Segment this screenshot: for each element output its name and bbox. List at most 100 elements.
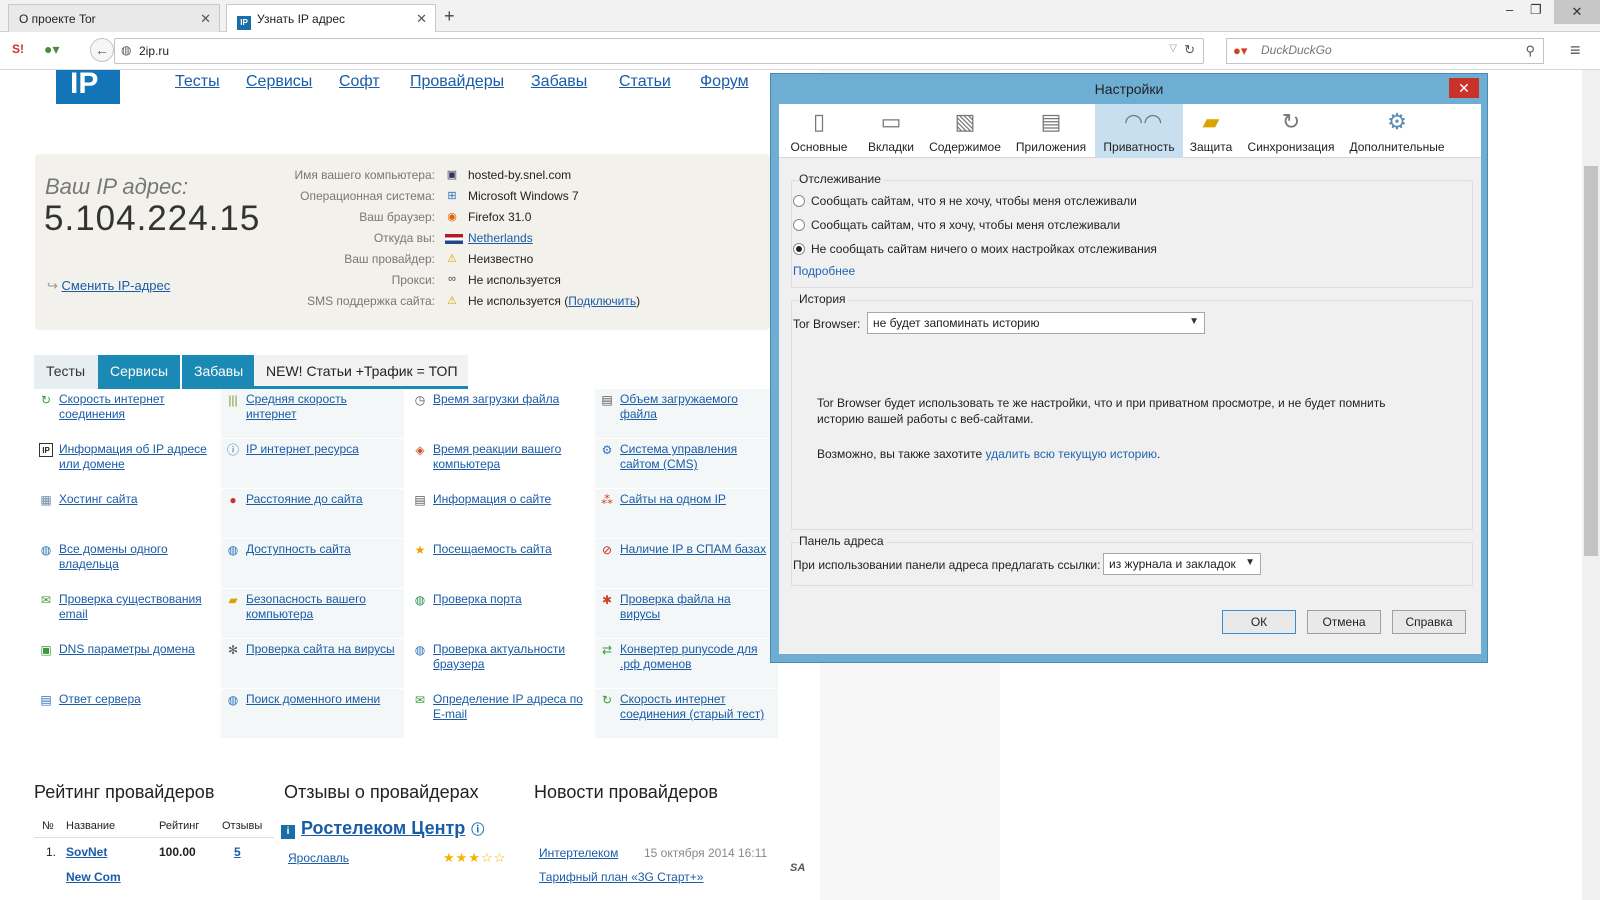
nav-articles[interactable]: Статьи xyxy=(619,73,671,91)
service-item[interactable]: ◍ Проверка порта xyxy=(408,589,591,638)
close-icon[interactable]: ✕ xyxy=(1449,78,1479,98)
service-item[interactable]: ✻ Проверка сайта на вирусы xyxy=(221,639,404,688)
service-item[interactable]: ↻ Скорость интернет соединения xyxy=(34,389,217,438)
service-item[interactable]: ▰ Безопасность вашего компьютера xyxy=(221,589,404,638)
help-button[interactable]: Справка xyxy=(1392,610,1466,634)
service-item[interactable]: ▤ Объем загружаемого файла xyxy=(595,389,778,438)
nav-providers[interactable]: Провайдеры xyxy=(410,73,504,91)
service-item[interactable]: ↻ Скорость интернет соединения (старый те… xyxy=(595,689,778,738)
radio-button[interactable] xyxy=(793,195,805,207)
tor-onion-icon[interactable]: ●▾ xyxy=(44,41,59,58)
service-item[interactable]: ★ Посещаемость сайта xyxy=(408,539,591,588)
review-city-link[interactable]: Ярославль xyxy=(288,851,349,865)
service-link[interactable]: Средняя скорость интернет xyxy=(246,392,347,421)
tab-applications[interactable]: ▤ Приложения xyxy=(1007,104,1095,158)
service-item[interactable]: ◷ Время загрузки файла xyxy=(408,389,591,438)
minimize-icon[interactable]: – xyxy=(1506,2,1513,17)
radio-button[interactable] xyxy=(793,219,805,231)
country-link[interactable]: Netherlands xyxy=(468,231,533,245)
nav-services[interactable]: Сервисы xyxy=(246,73,312,91)
service-link[interactable]: Сайты на одном IP xyxy=(620,492,726,506)
change-ip-label[interactable]: Сменить IP-адрес xyxy=(62,278,171,293)
menu-icon[interactable]: ≡ xyxy=(1570,40,1581,61)
window-close-icon[interactable]: ✕ xyxy=(1554,0,1600,24)
url-bar[interactable]: ◍ 2ip.ru ▽ ↻ xyxy=(114,38,1204,64)
dropdown-icon[interactable]: ▽ xyxy=(1169,43,1177,54)
service-link[interactable]: Проверка порта xyxy=(433,592,522,606)
extension-icon[interactable]: S! xyxy=(12,42,24,56)
service-link[interactable]: Наличие IP в СПАМ базах xyxy=(620,542,766,556)
service-link[interactable]: Объем загружаемого файла xyxy=(620,392,738,421)
tracking-option-no-signal[interactable]: Не сообщать сайтам ничего о моих настрой… xyxy=(793,242,1157,256)
service-item[interactable]: ✱ Проверка файла на вирусы xyxy=(595,589,778,638)
nav-tests[interactable]: Тесты xyxy=(175,73,220,91)
service-link[interactable]: Безопасность вашего компьютера xyxy=(246,592,366,621)
tab-new-articles[interactable]: NEW! Статьи +Трафик = ТОП xyxy=(254,355,468,389)
cancel-button[interactable]: Отмена xyxy=(1307,610,1381,634)
reload-icon[interactable]: ↻ xyxy=(1184,42,1195,58)
tab-ip-address[interactable]: IP Узнать IP адрес ✕ xyxy=(226,4,436,32)
new-tab-icon[interactable]: + xyxy=(444,6,455,27)
service-item[interactable]: ▣ DNS параметры домена xyxy=(34,639,217,688)
service-item[interactable]: ◍ Проверка актуальности браузера xyxy=(408,639,591,688)
service-item[interactable]: ⇄ Конвертер punycode для .рф доменов xyxy=(595,639,778,688)
close-icon[interactable]: ✕ xyxy=(200,11,211,27)
tab-about-tor[interactable]: О проекте Tor ✕ xyxy=(8,4,220,32)
service-link[interactable]: Проверка существования email xyxy=(59,592,202,621)
service-item[interactable]: ◍ Доступность сайта xyxy=(221,539,404,588)
service-link[interactable]: Хостинг сайта xyxy=(59,492,138,506)
nav-forum[interactable]: Форум xyxy=(700,73,749,91)
service-item[interactable]: ◍ Поиск доменного имени xyxy=(221,689,404,738)
service-item[interactable]: ◍ Все домены одного владельца xyxy=(34,539,217,588)
service-link[interactable]: Проверка сайта на вирусы xyxy=(246,642,395,656)
connect-link[interactable]: Подключить xyxy=(568,294,636,308)
close-icon[interactable]: ✕ xyxy=(416,11,427,27)
review-provider-link[interactable]: Ростелеком Центр xyxy=(301,818,465,838)
news-link[interactable]: Тарифный план «3G Старт+» xyxy=(539,870,703,884)
tab-tests[interactable]: Тесты xyxy=(34,355,98,389)
change-ip-link[interactable]: ↪ Сменить IP-адрес xyxy=(47,278,170,294)
service-item[interactable]: ⓘ IP интернет ресурса xyxy=(221,439,404,488)
tab-sync[interactable]: ↻ Синхронизация xyxy=(1239,104,1343,158)
service-link[interactable]: Система управления сайтом (CMS) xyxy=(620,442,737,471)
service-item[interactable]: ▤ Ответ сервера xyxy=(34,689,217,738)
search-bar[interactable]: ●▾ ⚲ xyxy=(1226,38,1544,64)
tab-content[interactable]: ▧ Содержимое xyxy=(923,104,1007,158)
nav-soft[interactable]: Софт xyxy=(339,73,380,91)
service-item[interactable]: ● Расстояние до сайта xyxy=(221,489,404,538)
service-item[interactable]: ⁂ Сайты на одном IP xyxy=(595,489,778,538)
service-item[interactable]: ||| Средняя скорость интернет xyxy=(221,389,404,438)
service-link[interactable]: Ответ сервера xyxy=(59,692,141,706)
clear-history-link[interactable]: удалить всю текущую историю xyxy=(986,447,1158,461)
page-scrollbar[interactable] xyxy=(1582,70,1600,900)
learn-more-link[interactable]: Подробнее xyxy=(793,264,855,278)
address-bar-select[interactable]: из журнала и закладок ▼ xyxy=(1103,553,1261,575)
service-link[interactable]: Все домены одного владельца xyxy=(59,542,168,571)
news-link[interactable]: Интертелеком xyxy=(539,846,618,860)
service-link[interactable]: Информация об IP адресе или домене xyxy=(59,442,207,471)
service-item[interactable]: ◈ Время реакции вашего компьютера xyxy=(408,439,591,488)
radio-button-selected[interactable] xyxy=(793,243,805,255)
reviews-count-link[interactable]: 5 xyxy=(234,845,241,859)
service-item[interactable]: ✉ Проверка существования email xyxy=(34,589,217,638)
service-link[interactable]: Проверка актуальности браузера xyxy=(433,642,565,671)
service-link[interactable]: DNS параметры домена xyxy=(59,642,195,656)
scrollbar-thumb[interactable] xyxy=(1584,166,1598,556)
service-link[interactable]: Время загрузки файла xyxy=(433,392,559,406)
tracking-option-track[interactable]: Сообщать сайтам, что я хочу, чтобы меня … xyxy=(793,218,1120,232)
nav-fun[interactable]: Забавы xyxy=(531,73,587,91)
service-item[interactable]: ▦ Хостинг сайта xyxy=(34,489,217,538)
service-link[interactable]: Расстояние до сайта xyxy=(246,492,363,506)
service-link[interactable]: Проверка файла на вирусы xyxy=(620,592,731,621)
service-link[interactable]: Доступность сайта xyxy=(246,542,351,556)
tab-services[interactable]: Сервисы xyxy=(98,355,180,389)
tab-fun[interactable]: Забавы xyxy=(182,355,254,389)
service-item[interactable]: ▤ Информация о сайте xyxy=(408,489,591,538)
tab-general[interactable]: ▯ Основные xyxy=(779,104,859,158)
service-item[interactable]: ⊘ Наличие IP в СПАМ базах xyxy=(595,539,778,588)
provider-link[interactable]: New Com xyxy=(66,870,121,884)
question-icon[interactable]: ⓘ xyxy=(471,822,484,837)
tab-security[interactable]: ▰ Защита xyxy=(1183,104,1239,158)
back-icon[interactable]: ← xyxy=(90,38,114,62)
service-item[interactable]: ⚙ Система управления сайтом (CMS) xyxy=(595,439,778,488)
